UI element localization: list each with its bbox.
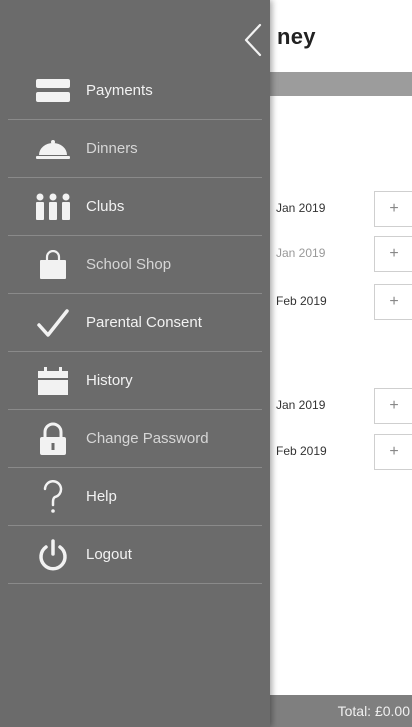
menu-item-history[interactable]: History xyxy=(8,352,262,410)
menu-item-parental-consent[interactable]: Parental Consent xyxy=(8,294,262,352)
question-icon xyxy=(30,477,76,517)
menu-item-label: School Shop xyxy=(86,256,172,273)
list-item: Jan 2019 + xyxy=(270,236,412,272)
calendar-icon xyxy=(30,361,76,401)
add-button[interactable]: + xyxy=(374,434,412,470)
row-date: Feb 2019 xyxy=(276,294,327,308)
navigation-drawer: Payments Dinners Clubs School Shop Paren… xyxy=(0,0,270,727)
row-date: Jan 2019 xyxy=(276,201,326,215)
add-button[interactable]: + xyxy=(374,236,412,272)
menu-item-help[interactable]: Help xyxy=(8,468,262,526)
menu-item-label: History xyxy=(86,372,133,389)
card-icon xyxy=(30,71,76,111)
menu-item-label: Payments xyxy=(86,82,153,99)
menu-item-change-password[interactable]: Change Password xyxy=(8,410,262,468)
row-date: Jan 2019 xyxy=(276,398,326,412)
list-item: Feb 2019 + xyxy=(270,434,412,470)
menu-item-dinners[interactable]: Dinners xyxy=(8,120,262,178)
cloche-icon xyxy=(30,129,76,169)
row-date: Feb 2019 xyxy=(276,444,327,458)
people-icon xyxy=(30,187,76,227)
menu-item-logout[interactable]: Logout xyxy=(8,526,262,584)
drawer-menu: Payments Dinners Clubs School Shop Paren… xyxy=(8,62,262,584)
menu-item-label: Help xyxy=(86,488,117,505)
menu-item-clubs[interactable]: Clubs xyxy=(8,178,262,236)
add-button[interactable]: + xyxy=(374,284,412,320)
checkmark-icon xyxy=(30,303,76,343)
menu-item-label: Parental Consent xyxy=(86,314,202,331)
chevron-left-icon[interactable] xyxy=(240,22,266,58)
list-item: Feb 2019 + xyxy=(270,284,412,320)
add-button[interactable]: + xyxy=(374,388,412,424)
menu-item-label: Dinners xyxy=(86,140,138,157)
payment-list: Jan 2019 + Jan 2019 + Feb 2019 + Jan 201… xyxy=(270,0,412,727)
shopping-bag-icon xyxy=(30,245,76,285)
row-date: Jan 2019 xyxy=(276,246,326,260)
list-item: Jan 2019 + xyxy=(270,388,412,424)
menu-item-label: Logout xyxy=(86,546,132,563)
add-button[interactable]: + xyxy=(374,191,412,227)
menu-item-payments[interactable]: Payments xyxy=(8,62,262,120)
lock-icon xyxy=(30,419,76,459)
list-item: Jan 2019 + xyxy=(270,191,412,227)
menu-item-school-shop[interactable]: School Shop xyxy=(8,236,262,294)
power-icon xyxy=(30,535,76,575)
menu-item-label: Change Password xyxy=(86,430,209,447)
total-amount: Total: £0.00 xyxy=(337,703,410,719)
menu-item-label: Clubs xyxy=(86,198,125,215)
